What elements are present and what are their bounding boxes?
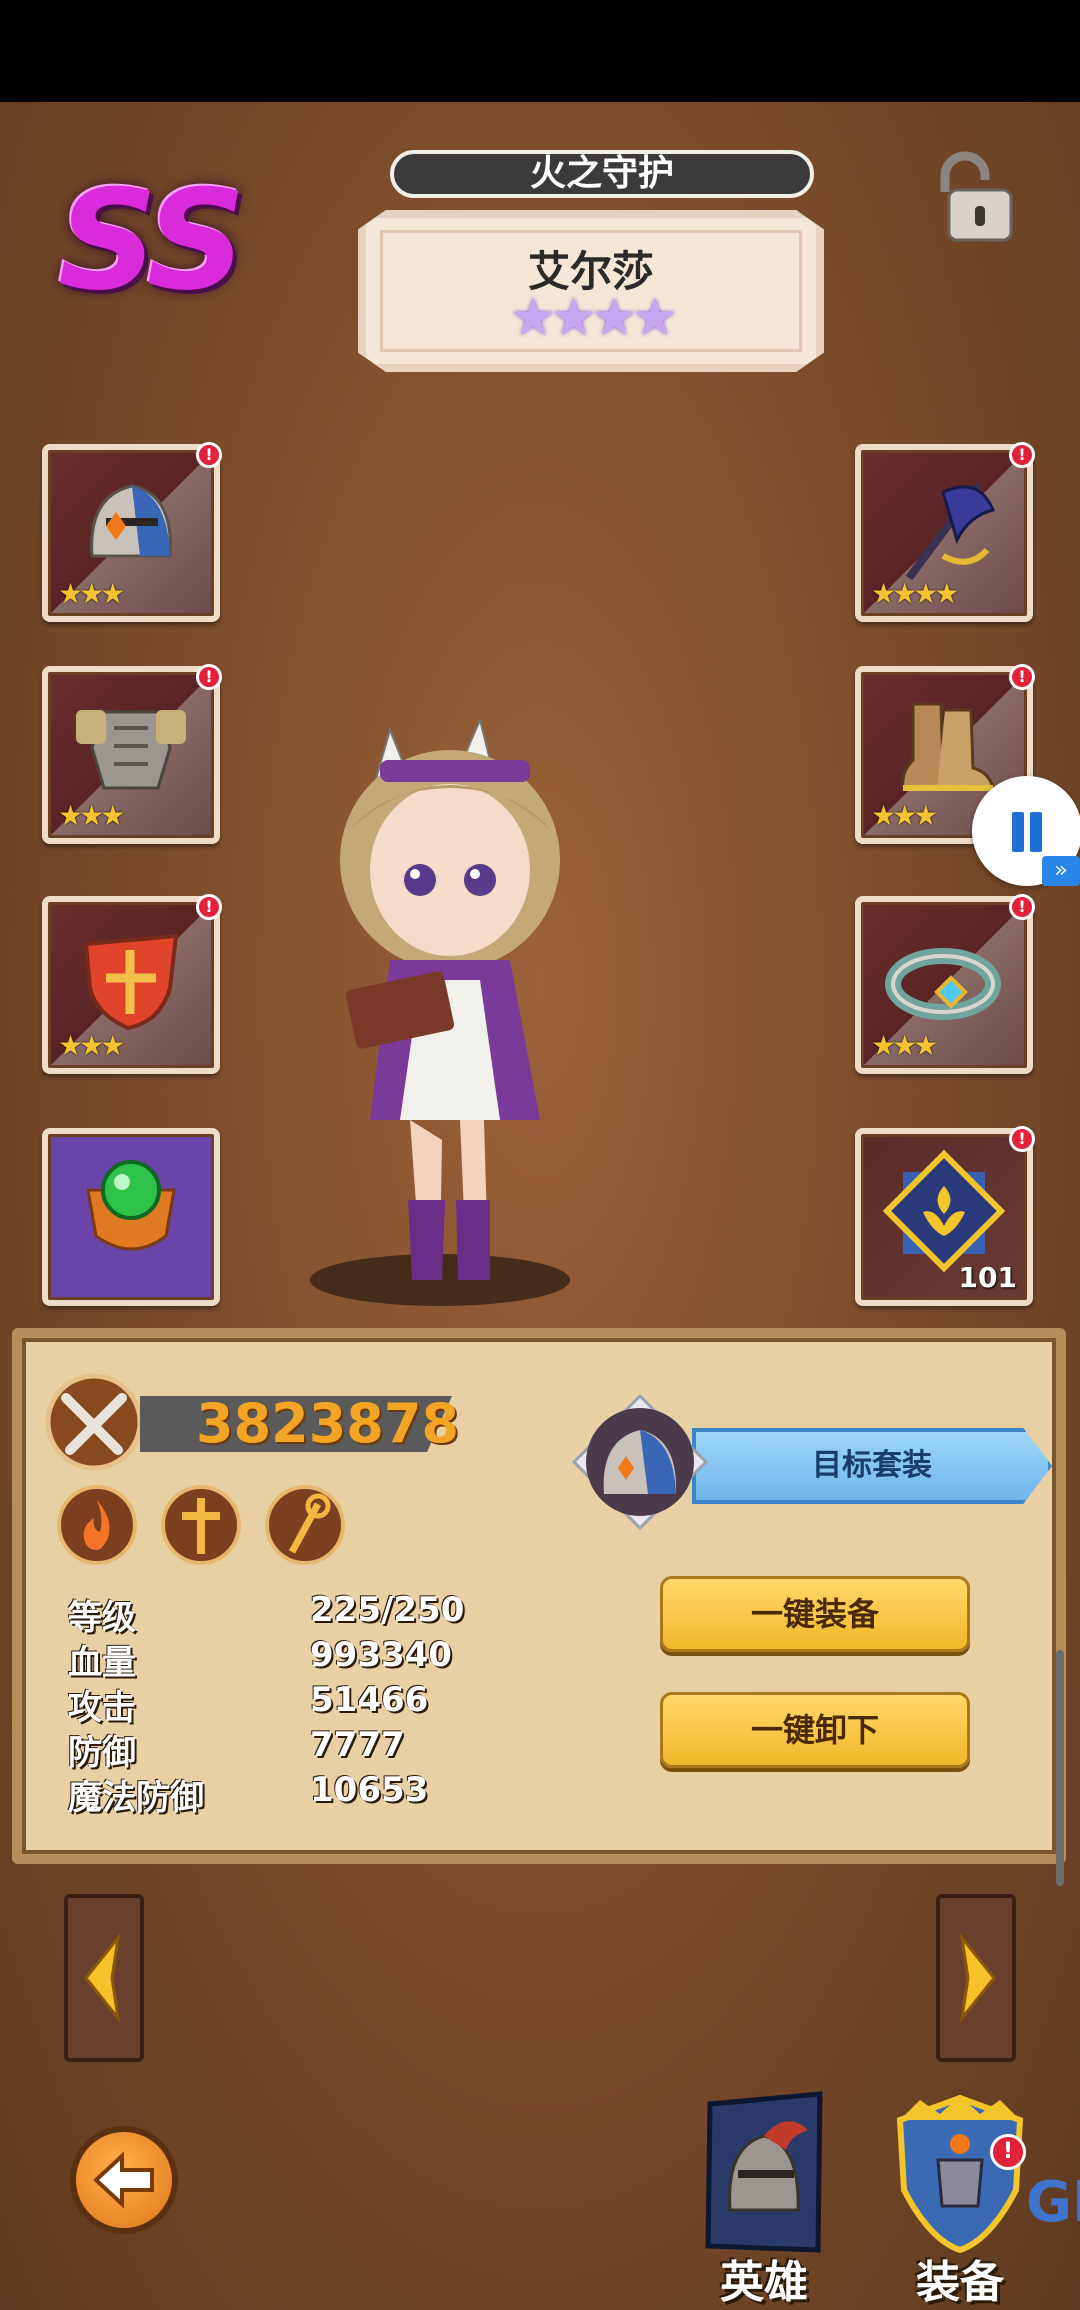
rank-badge: SS	[58, 160, 246, 321]
chevron-right-icon	[959, 1932, 996, 2024]
status-bar	[0, 0, 1080, 102]
item-stars: ★★★	[58, 577, 125, 610]
green-orb-emblem-icon	[86, 1160, 176, 1251]
equip-slot-shield[interactable]: ★★★ !	[42, 894, 222, 1074]
equip-all-button[interactable]: 一键装备	[660, 1576, 970, 1652]
item-stars: ★★★	[871, 799, 938, 832]
equip-slot-armor[interactable]: ★★★ !	[42, 664, 222, 844]
shield-icon	[83, 933, 179, 1031]
equip-slot-bracelet[interactable]: ★★★ !	[855, 894, 1035, 1074]
item-count: 101	[958, 1261, 1017, 1294]
staff-class-icon	[265, 1485, 345, 1565]
equip-slot-weapon[interactable]: ★★★★ !	[855, 442, 1035, 622]
alert-badge: !	[1009, 1126, 1035, 1152]
fast-forward-icon[interactable]: »	[1042, 856, 1080, 886]
hero-name-plate: 艾尔莎 ★★★★	[358, 210, 824, 372]
item-stars: ★★★	[871, 1029, 938, 1062]
hero-stars: ★★★★	[509, 288, 678, 348]
fire-element-icon	[57, 1485, 137, 1565]
hero-nav-icon[interactable]	[690, 2090, 850, 2260]
crossed-swords-icon	[45, 1373, 143, 1471]
unequip-all-button[interactable]: 一键卸下	[660, 1692, 970, 1768]
rune-crest-icon	[883, 1150, 1005, 1272]
previous-hero-button[interactable]	[64, 1894, 144, 2062]
item-stars: ★★★	[58, 1029, 125, 1062]
equipment-nav-label[interactable]: 装备	[916, 2246, 1004, 2310]
scrollbar[interactable]	[1056, 1650, 1064, 1886]
alert-badge: !	[1009, 664, 1035, 690]
equip-slot-helmet[interactable]: ★★★ !	[42, 442, 222, 622]
combat-power: 3823878	[196, 1392, 460, 1455]
bracelet-icon	[885, 948, 1001, 1020]
alert-badge: !	[196, 442, 222, 468]
watermark: GK	[1026, 2170, 1080, 2235]
equip-slot-emblem[interactable]	[42, 1128, 220, 1306]
target-set-helmet-icon[interactable]	[572, 1394, 708, 1530]
back-button[interactable]	[70, 2126, 178, 2234]
alert-badge: !	[1009, 894, 1035, 920]
hero-nav-label[interactable]: 英雄	[720, 2246, 808, 2310]
alert-badge: !	[990, 2134, 1026, 2170]
item-stars: ★★★★	[871, 577, 959, 610]
helmet-icon	[90, 484, 172, 558]
equip-slot-rune[interactable]: 101 !	[855, 1126, 1035, 1306]
alert-badge: !	[1009, 442, 1035, 468]
back-arrow-icon	[93, 2151, 154, 2209]
lock-open-icon[interactable]	[925, 150, 1021, 246]
alert-badge: !	[196, 664, 222, 690]
holy-cross-icon	[161, 1485, 241, 1565]
axe-weapon-icon	[905, 481, 996, 581]
equipment-nav-icon[interactable]	[880, 2090, 1040, 2260]
next-hero-button[interactable]	[936, 1894, 1016, 2062]
alert-badge: !	[196, 894, 222, 920]
set-title: 火之守护	[390, 150, 814, 198]
target-set-button[interactable]: 目标套装	[692, 1428, 1052, 1504]
item-stars: ★★★	[58, 799, 125, 832]
hero-character	[310, 720, 570, 1306]
armor-icon	[76, 710, 186, 790]
chevron-left-icon	[84, 1932, 121, 2024]
